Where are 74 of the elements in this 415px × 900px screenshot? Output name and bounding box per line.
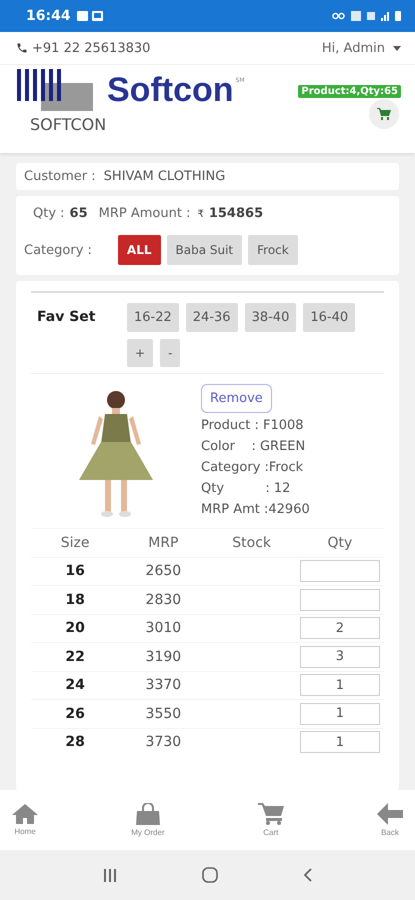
home-icon [12,804,38,824]
phone-icon [16,42,28,54]
cart-button[interactable] [369,99,399,129]
amount-value: 154865 [208,206,264,221]
product-detail: Qty : 12 [201,480,290,498]
set-action-button[interactable]: - [160,339,180,367]
qty-field[interactable] [300,588,380,611]
fav-set-label: Fav Set [37,309,96,327]
back-arrow-icon [377,803,403,825]
size-cell-text: 26 [64,706,86,722]
recent-apps-icon[interactable] [102,867,118,883]
size-set-button[interactable]: 16-22 [127,303,179,332]
size-cell-text: 20 [64,620,86,636]
mrp-cell-text: 2830 [144,592,182,608]
shopping-bag-icon [134,803,161,825]
battery-icon [395,11,401,21]
product-detail: Color : GREEN [201,438,306,456]
size-cell-text: 22 [64,648,86,665]
column-header: MRP [147,534,180,551]
qty-field[interactable]: 2 [300,617,380,640]
qty-field[interactable]: 1 [300,674,380,696]
size-cell-text: 24 [64,677,86,694]
signal-icon [381,12,389,20]
category-chip[interactable]: Baba Suit [166,235,242,265]
nav-item[interactable]: Home [4,790,46,850]
currency-symbol: ₹ [197,209,204,220]
mrp-cell-text: 3550 [144,706,182,722]
nav-item[interactable]: Cart [250,790,292,850]
qty-field[interactable] [300,560,380,582]
user-menu[interactable]: Hi, Admin [322,40,401,56]
caret-icon [393,46,401,50]
customer-label: Customer : [24,169,96,184]
nav-item[interactable]: My Order [123,790,173,850]
cart-icon [258,803,284,825]
qty-value: 65 [70,206,88,221]
size-set-button[interactable]: 16-40 [303,303,356,332]
category-chip[interactable]: Frock [248,235,298,265]
customer-name: SHIVAM CLOTHING [104,169,226,184]
qty-field[interactable]: 3 [300,646,380,668]
size-cell-text: 16 [64,563,86,580]
logo-icon [17,69,93,111]
column-header: Qty [326,534,354,551]
qty-field[interactable]: 1 [300,702,380,725]
size-set-button[interactable]: 24-36 [186,303,238,332]
home-button-icon[interactable] [200,866,218,884]
qty-field[interactable]: 1 [300,731,380,754]
qty-label: Qty : [33,206,65,221]
set-action-button[interactable]: + [127,339,154,367]
size-cell-text: 18 [64,592,86,608]
mrp-cell-text: 3730 [144,734,182,750]
product-detail: Product : F1008 [201,417,304,435]
column-header: Stock [231,534,272,551]
cart-summary-badge: Product:4,Qty:65 [298,85,401,98]
column-header: Size [60,534,90,551]
mrp-cell-text: 3370 [144,677,182,694]
remove-button[interactable]: Remove [201,384,272,413]
amount-label: MRP Amount : [98,206,190,221]
mrp-cell-text: 3190 [144,648,182,665]
back-icon[interactable] [302,867,314,883]
brand-name: Softcon [107,70,234,110]
product-detail: Category :Frock [201,459,304,477]
size-set-button[interactable]: 38-40 [244,303,296,332]
category-label: Category : [24,242,92,258]
logo-caption: SOFTCON [30,115,108,134]
cart-icon [377,108,391,120]
nav-item[interactable]: Back [369,790,411,850]
status-time: 16:44 [26,8,71,24]
size-cell-text: 28 [64,734,86,750]
phone-number: +91 22 25613830 [32,40,150,56]
mrp-cell-text: 2650 [144,563,182,580]
product-detail: MRP Amt :42960 [201,501,310,519]
category-chip[interactable]: ALL [118,235,160,265]
mrp-cell-text: 3010 [144,620,182,636]
key-icon [332,12,345,20]
